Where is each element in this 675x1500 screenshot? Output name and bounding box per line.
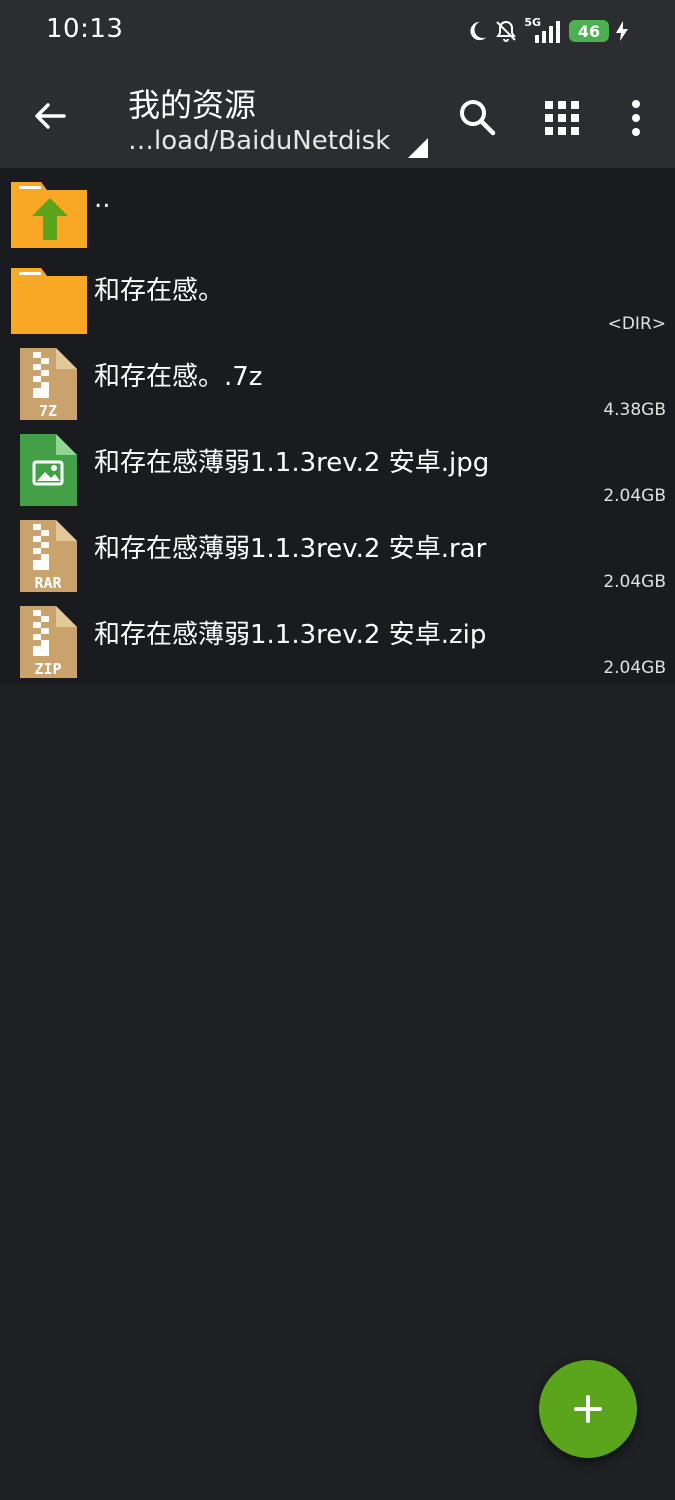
grid-icon[interactable] xyxy=(544,100,580,136)
file-name: 和存在感薄弱1.1.3rev.2 安卓.jpg xyxy=(94,448,490,478)
dropdown-corner-icon xyxy=(408,138,428,158)
path-dropdown[interactable]: …load/BaiduNetdisk xyxy=(128,126,390,156)
bell-off-icon xyxy=(496,20,517,42)
archive-icon: RAR xyxy=(20,520,77,592)
plus-icon xyxy=(574,1395,602,1423)
battery-level: 46 xyxy=(577,21,601,41)
folder-icon xyxy=(11,268,87,334)
status-bar: 10:13 5G 46 xyxy=(0,0,675,62)
folder-up-icon xyxy=(11,182,87,248)
charging-icon xyxy=(616,21,628,41)
archive-icon: ZIP xyxy=(20,606,77,678)
page-title: 我的资源 xyxy=(128,86,257,124)
file-name: 和存在感。 xyxy=(94,276,225,306)
list-item[interactable]: 和存在感。 <DIR> xyxy=(0,254,675,340)
toolbar: 我的资源 …load/BaiduNetdisk xyxy=(0,62,675,168)
file-meta: 2.04GB xyxy=(603,572,666,592)
file-name: 和存在感。.7z xyxy=(94,362,263,392)
file-name: 和存在感薄弱1.1.3rev.2 安卓.zip xyxy=(94,620,487,650)
file-meta: 2.04GB xyxy=(603,658,666,678)
file-name: 和存在感薄弱1.1.3rev.2 安卓.rar xyxy=(94,534,487,564)
archive-badge: 7Z xyxy=(39,402,57,420)
archive-badge: ZIP xyxy=(34,660,61,678)
file-meta: 2.04GB xyxy=(603,486,666,506)
file-meta: <DIR> xyxy=(607,314,666,334)
status-time: 10:13 xyxy=(46,14,124,44)
image-file-icon xyxy=(20,434,77,506)
list-item[interactable]: 7Z 和存在感。.7z 4.38GB xyxy=(0,340,675,426)
archive-icon: 7Z xyxy=(20,348,77,420)
moon-icon xyxy=(470,21,487,41)
file-meta: 4.38GB xyxy=(603,400,666,420)
list-item[interactable]: .. xyxy=(0,168,675,254)
archive-badge: RAR xyxy=(34,574,62,592)
file-list: .. 和存在感。 <DIR> 7Z 和存在感。.7z 4.38GB 和存在感薄弱… xyxy=(0,168,675,684)
list-item[interactable]: RAR 和存在感薄弱1.1.3rev.2 安卓.rar 2.04GB xyxy=(0,512,675,598)
list-item[interactable]: ZIP 和存在感薄弱1.1.3rev.2 安卓.zip 2.04GB xyxy=(0,598,675,684)
more-vert-icon[interactable] xyxy=(624,98,648,138)
battery-indicator: 46 xyxy=(569,20,609,42)
list-item[interactable]: 和存在感薄弱1.1.3rev.2 安卓.jpg 2.04GB xyxy=(0,426,675,512)
search-icon[interactable] xyxy=(456,96,498,138)
status-icons: 5G 46 xyxy=(466,16,629,46)
back-arrow-icon[interactable] xyxy=(26,92,74,140)
signal-icon xyxy=(535,21,560,43)
add-fab-button[interactable] xyxy=(539,1360,637,1458)
file-name: .. xyxy=(94,184,111,214)
